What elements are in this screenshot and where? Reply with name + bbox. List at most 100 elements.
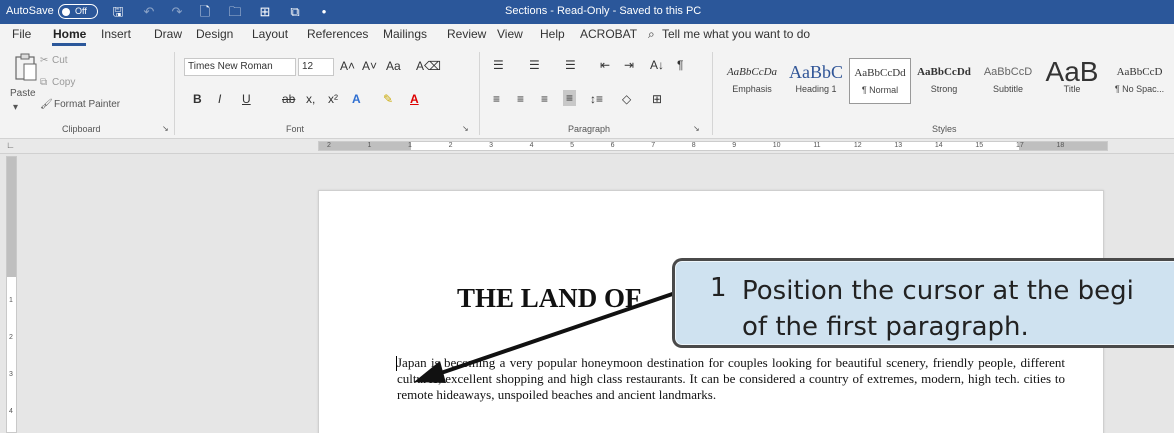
justify-button[interactable]: ≡: [563, 90, 577, 106]
styles-group-label: Styles: [932, 124, 957, 134]
subscript-button[interactable]: x,: [306, 92, 315, 106]
cut-icon[interactable]: ✂: [40, 55, 48, 66]
align-right-button[interactable]: ≡: [541, 92, 548, 106]
ruler-tick: 13: [894, 142, 903, 149]
paste-dropdown-icon[interactable]: ▾: [13, 102, 18, 113]
style-no-spacing[interactable]: AaBbCcD ¶ No Spac...: [1105, 58, 1174, 104]
multilevel-list-button[interactable]: ☰: [565, 58, 576, 72]
save-icon[interactable]: 🖫: [109, 3, 127, 21]
table-icon[interactable]: ⊞: [256, 3, 274, 21]
ruler-tick: 2: [9, 334, 13, 341]
clear-formatting-button[interactable]: A⌫: [416, 59, 441, 73]
style-name: Subtitle: [992, 84, 1024, 94]
style-emphasis[interactable]: AaBbCcDa Emphasis: [721, 58, 783, 104]
font-name-box[interactable]: Times New Roman: [184, 58, 296, 76]
bullets-button[interactable]: ☰: [493, 58, 504, 72]
open-folder-icon[interactable]: 🗀: [226, 3, 244, 21]
more-icon[interactable]: •: [315, 3, 333, 21]
style-name: Emphasis: [732, 84, 772, 94]
style-name: ¶ No Spac...: [1114, 84, 1165, 94]
copy-icon[interactable]: ⧉: [40, 77, 47, 88]
highlight-button[interactable]: ✎: [383, 92, 393, 106]
redo-icon[interactable]: ↷: [168, 3, 186, 21]
superscript-button[interactable]: x²: [328, 92, 338, 106]
font-size-box[interactable]: 12: [298, 58, 334, 76]
ruler-tick: 11: [813, 142, 821, 149]
tab-stop-selector[interactable]: ∟: [6, 140, 15, 150]
menu-review[interactable]: Review: [447, 27, 486, 41]
menu-insert[interactable]: Insert: [101, 27, 131, 41]
menu-view[interactable]: View: [497, 27, 523, 41]
menu-layout[interactable]: Layout: [252, 27, 288, 41]
align-left-button[interactable]: ≡: [493, 92, 500, 106]
menu-help[interactable]: Help: [540, 27, 565, 41]
clipboard-launcher-icon[interactable]: ↘: [162, 124, 169, 133]
text-effects-button[interactable]: A: [352, 92, 361, 106]
shrink-font-button[interactable]: A˅: [362, 59, 377, 73]
style-heading-1[interactable]: AaBbC Heading 1: [785, 58, 847, 104]
style-sample: AaBbCcDa: [726, 66, 778, 78]
grow-font-button[interactable]: A˄: [340, 59, 355, 73]
undo-icon[interactable]: ↶: [140, 3, 158, 21]
change-case-button[interactable]: Aa: [386, 59, 401, 73]
menu-draw[interactable]: Draw: [154, 27, 182, 41]
group-separator: [712, 52, 713, 135]
style-strong[interactable]: AaBbCcDd Strong: [913, 58, 975, 104]
paste-icon[interactable]: [14, 52, 40, 84]
group-separator: [479, 52, 480, 135]
menu-acrobat[interactable]: ACROBAT: [580, 27, 637, 41]
strikethrough-button[interactable]: ab: [282, 92, 295, 106]
menu-home[interactable]: Home: [53, 27, 86, 41]
borders-button[interactable]: ⊞: [652, 92, 662, 106]
underline-button[interactable]: U: [242, 92, 251, 106]
font-launcher-icon[interactable]: ↘: [462, 124, 469, 133]
sort-button[interactable]: A↓: [650, 58, 664, 72]
ruler-tick: 3: [9, 371, 13, 378]
format-painter-icon[interactable]: 🖌: [40, 99, 53, 110]
ruler-margin-shade: [7, 157, 16, 277]
toggle-knob: [62, 8, 70, 16]
shading-button[interactable]: ◇: [622, 92, 631, 106]
clipboard-group-label: Clipboard: [62, 124, 101, 134]
group-separator: [174, 52, 175, 135]
decrease-indent-button[interactable]: ⇤: [600, 58, 610, 72]
style-subtitle[interactable]: AaBbCcD Subtitle: [977, 58, 1039, 104]
style-sample: AaBbCcDd: [854, 67, 906, 79]
tell-me-box[interactable]: Tell me what you want to do: [662, 27, 810, 41]
ruler-tick: 17: [1015, 142, 1024, 149]
style-normal[interactable]: AaBbCcDd ¶ Normal: [849, 58, 911, 104]
ruler-tick: 8: [691, 142, 696, 149]
ruler-tick: 12: [853, 142, 862, 149]
ruler-tick: 18: [1056, 142, 1065, 149]
screenshot-icon[interactable]: ⧉: [286, 3, 304, 21]
cut-label[interactable]: Cut: [52, 55, 68, 66]
show-formatting-button[interactable]: ¶: [677, 58, 683, 72]
style-title[interactable]: AaB Title: [1041, 58, 1103, 104]
line-spacing-button[interactable]: ↕≡: [590, 92, 603, 106]
ruler-tick: 6: [610, 142, 615, 149]
italic-button[interactable]: I: [218, 92, 221, 106]
first-paragraph[interactable]: Japan is becoming a very popular honeymo…: [397, 355, 1065, 403]
menu-mailings[interactable]: Mailings: [383, 27, 427, 41]
menu-file[interactable]: File: [12, 27, 31, 41]
style-sample: AaBbCcD: [983, 66, 1033, 78]
document-heading[interactable]: THE LAND OF: [457, 283, 642, 314]
center-button[interactable]: ≡: [517, 92, 524, 106]
paragraph-launcher-icon[interactable]: ↘: [693, 124, 700, 133]
horizontal-ruler[interactable]: 2 1 1 2 3 4 5 6 7 8 9 10 11 12 13 14 15 17 18: [318, 141, 1108, 151]
bold-button[interactable]: B: [193, 92, 202, 106]
style-name: Title: [1063, 84, 1081, 94]
autosave-toggle[interactable]: Off: [58, 4, 98, 19]
menu-references[interactable]: References: [307, 27, 368, 41]
paste-label[interactable]: Paste: [10, 88, 36, 99]
vertical-ruler[interactable]: 1 2 3 4: [6, 156, 17, 433]
copy-label[interactable]: Copy: [52, 77, 75, 88]
increase-indent-button[interactable]: ⇥: [624, 58, 634, 72]
format-painter-label[interactable]: Format Painter: [54, 99, 120, 110]
ruler-tick: 7: [651, 142, 656, 149]
menu-design[interactable]: Design: [196, 27, 233, 41]
new-document-icon[interactable]: 🗋: [196, 3, 214, 21]
font-color-button[interactable]: A: [410, 92, 419, 106]
search-icon[interactable]: ⌕: [648, 27, 655, 42]
numbering-button[interactable]: ☰: [529, 58, 540, 72]
